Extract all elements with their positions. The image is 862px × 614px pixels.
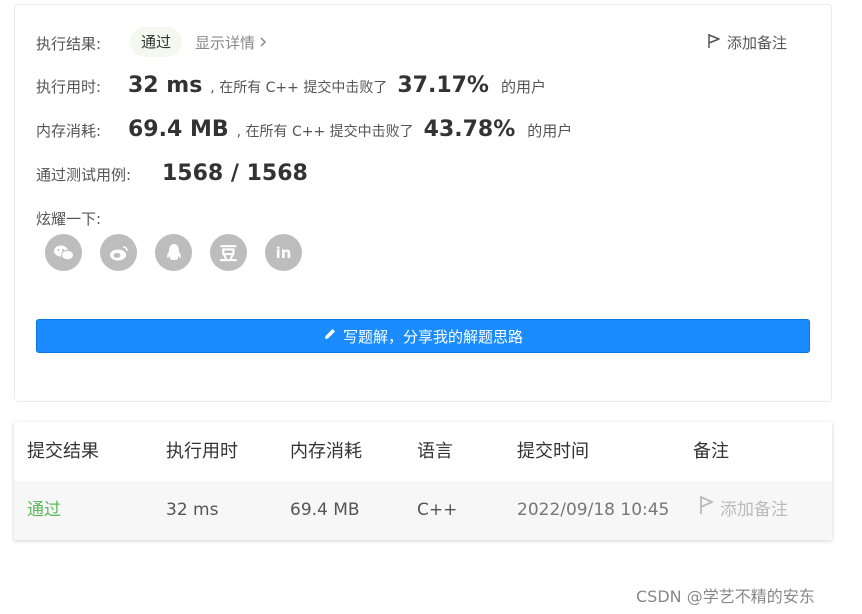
runtime-label: 执行用时:: [36, 78, 102, 96]
show-details-label: 显示详情: [195, 34, 256, 52]
result-label: 执行结果:: [36, 35, 102, 53]
row-add-note-button[interactable]: 添加备注: [698, 481, 788, 540]
chevron-right-icon: [259, 34, 267, 52]
douban-glyph: 豆: [219, 243, 238, 265]
row-language: C++: [417, 500, 458, 520]
linkedin-glyph: in: [275, 243, 292, 262]
header-time: 提交时间: [517, 441, 589, 462]
header-memory: 内存消耗: [290, 441, 362, 462]
row-time: 2022/09/18 10:45: [517, 500, 670, 520]
runtime-value: 32 ms: [128, 73, 203, 98]
row-memory: 69.4 MB: [290, 500, 360, 520]
row-runtime: 32 ms: [166, 500, 219, 520]
write-solution-button[interactable]: 写题解，分享我的解题思路: [36, 319, 810, 353]
weibo-icon[interactable]: [100, 234, 137, 271]
header-note: 备注: [693, 441, 729, 462]
runtime-suffix: 的用户: [500, 78, 546, 96]
write-solution-label: 写题解，分享我的解题思路: [342, 327, 523, 346]
table-header: 提交结果 执行用时 内存消耗 语言 提交时间 备注: [14, 422, 832, 481]
qq-icon[interactable]: [155, 234, 192, 271]
testcases-row: 通过测试用例: 1568 / 1568: [36, 161, 308, 186]
douban-icon[interactable]: 豆: [210, 234, 247, 271]
header-result: 提交结果: [27, 441, 99, 462]
show-details-link[interactable]: 显示详情: [195, 32, 267, 53]
submission-table: 提交结果 执行用时 内存消耗 语言 提交时间 备注 通过 32 ms 69.4 …: [14, 422, 832, 540]
linkedin-icon[interactable]: in: [265, 234, 302, 271]
runtime-row: 执行用时: 32 ms , 在所有 C++ 提交中击败了 37.17% 的用户: [36, 73, 546, 98]
testcases-label: 通过测试用例:: [36, 166, 132, 184]
wechat-icon[interactable]: [45, 234, 82, 271]
memory-text: , 在所有 C++ 提交中击败了: [236, 124, 414, 140]
row-result[interactable]: 通过: [27, 481, 61, 540]
add-note-button[interactable]: 添加备注: [707, 32, 787, 53]
submission-result-card: 执行结果: 通过 显示详情 添加备注 执行用时: 32 ms , 在所有 C++…: [14, 4, 832, 402]
header-language: 语言: [417, 441, 453, 462]
flag-icon: [707, 33, 721, 53]
watermark: CSDN @学艺不精的安东: [636, 587, 815, 606]
share-label: 炫耀一下:: [36, 210, 102, 228]
memory-value: 69.4 MB: [128, 117, 229, 142]
memory-percent: 43.78%: [423, 117, 516, 142]
runtime-percent: 37.17%: [397, 73, 489, 98]
memory-suffix: 的用户: [527, 122, 573, 140]
memory-row: 内存消耗: 69.4 MB , 在所有 C++ 提交中击败了 43.78% 的用…: [36, 117, 572, 142]
add-note-label: 添加备注: [727, 34, 788, 52]
table-row[interactable]: 通过 32 ms 69.4 MB C++ 2022/09/18 10:45 添加…: [14, 481, 832, 540]
testcases-value: 1568 / 1568: [162, 161, 308, 186]
runtime-text: , 在所有 C++ 提交中击败了: [210, 80, 388, 96]
pencil-icon: [323, 327, 337, 345]
status-badge: 通过: [130, 27, 183, 57]
share-icons: 豆 in: [45, 234, 302, 271]
row-add-note-label: 添加备注: [720, 500, 788, 520]
flag-icon: [698, 481, 714, 540]
memory-label: 内存消耗:: [36, 122, 102, 140]
header-runtime: 执行用时: [166, 441, 238, 462]
